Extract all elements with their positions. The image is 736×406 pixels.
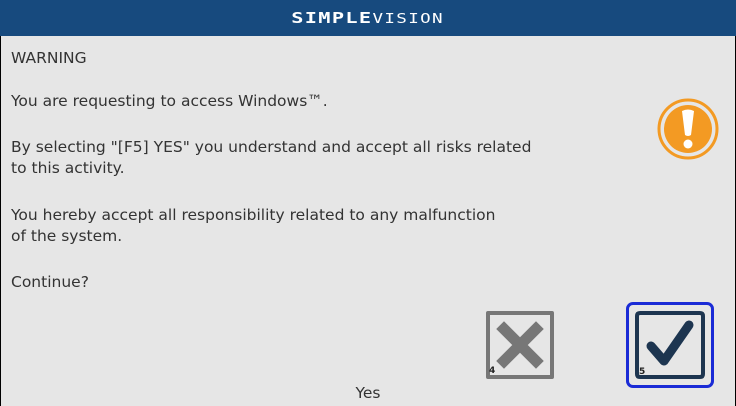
title-bar: SIMPLEVISION — [0, 0, 736, 36]
warning-heading: WARNING — [11, 49, 87, 67]
responsibility-message-line-2: of the system. — [11, 227, 123, 245]
access-message: You are requesting to access Windows™. — [11, 92, 328, 110]
no-button[interactable]: 4 — [485, 310, 555, 380]
exclamation-circle-icon — [657, 98, 719, 160]
app-logo: SIMPLEVISION — [292, 9, 445, 27]
risk-message-line-2: to this activity. — [11, 159, 125, 177]
responsibility-message-line-1: You hereby accept all responsibility rel… — [11, 206, 496, 224]
risk-message-line-1: By selecting "[F5] YES" you understand a… — [11, 138, 532, 156]
brand-lower: VISION — [372, 12, 445, 27]
brand-upper: SIMPLE — [291, 9, 373, 27]
x-mark-icon — [486, 311, 554, 379]
yes-button[interactable]: 5 — [626, 302, 714, 388]
continue-question: Continue? — [11, 273, 89, 291]
key-number-5: 5 — [639, 367, 646, 377]
status-text: Yes — [355, 384, 381, 402]
key-number-4: 4 — [489, 366, 496, 376]
